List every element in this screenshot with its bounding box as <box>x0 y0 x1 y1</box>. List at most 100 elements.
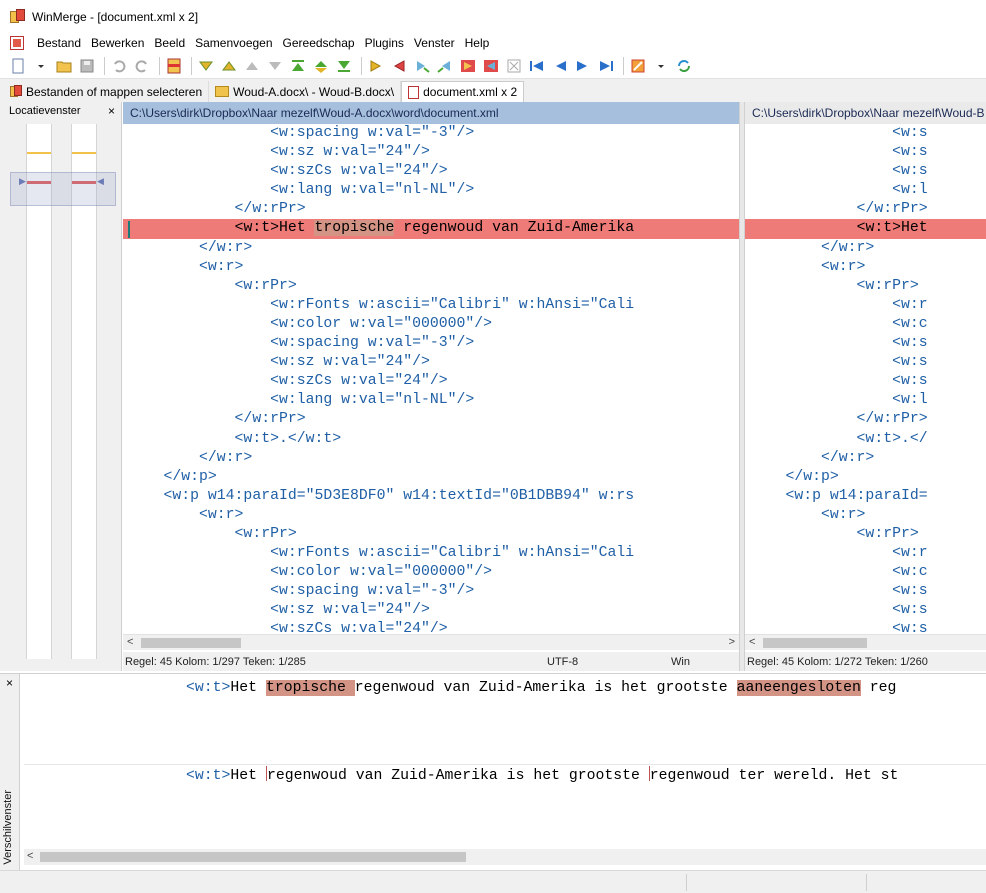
code-line[interactable]: <w:szCs w:val="24"/> <box>123 372 739 391</box>
code-line[interactable]: <w:s <box>745 162 986 181</box>
code-line[interactable]: <w:l <box>745 391 986 410</box>
code-line[interactable]: </w:rPr> <box>123 200 739 219</box>
code-line[interactable]: </w:p> <box>123 468 739 487</box>
scroll-left-icon[interactable]: < <box>127 636 133 648</box>
scroll-thumb[interactable] <box>141 638 241 648</box>
diff-pane-icon[interactable] <box>164 56 184 76</box>
code-line[interactable]: <w:color w:val="000000"/> <box>123 563 739 582</box>
prev-file-icon[interactable] <box>550 56 570 76</box>
menu-beeld[interactable]: Beeld <box>150 36 191 50</box>
code-line[interactable]: <w:color w:val="000000"/> <box>123 315 739 334</box>
options-icon[interactable] <box>628 56 648 76</box>
menu-help[interactable]: Help <box>461 36 496 50</box>
code-line[interactable]: <w:s <box>745 582 986 601</box>
code-line[interactable]: <w:s <box>745 372 986 391</box>
current-change-icon[interactable] <box>311 56 331 76</box>
refresh-icon[interactable] <box>674 56 694 76</box>
copy-all-left-icon[interactable] <box>481 56 501 76</box>
code-line[interactable]: <w:lang w:val="nl-NL"/> <box>123 181 739 200</box>
next-file-icon[interactable] <box>573 56 593 76</box>
code-line[interactable]: <w:szCs w:val="24"/> <box>123 162 739 181</box>
code-line[interactable]: <w:s <box>745 353 986 372</box>
new-file-icon[interactable] <box>8 56 28 76</box>
first-file-icon[interactable] <box>527 56 547 76</box>
code-line[interactable]: </w:r> <box>745 239 986 258</box>
diff-horizontal-scrollbar[interactable]: < <box>24 849 986 865</box>
last-file-icon[interactable] <box>596 56 616 76</box>
code-line[interactable]: <w:rPr> <box>123 277 739 296</box>
code-line[interactable]: <w:rPr> <box>123 525 739 544</box>
code-line[interactable]: <w:l <box>745 181 986 200</box>
copy-right-icon[interactable] <box>366 56 386 76</box>
code-line[interactable]: <w:rFonts w:ascii="Calibri" w:hAnsi="Cal… <box>123 296 739 315</box>
options-dropdown-icon[interactable] <box>651 56 671 76</box>
tab-folder-compare[interactable]: Woud-A.docx\ - Woud-B.docx\ <box>209 81 402 102</box>
code-line[interactable]: <w:rPr> <box>745 277 986 296</box>
menu-bewerken[interactable]: Bewerken <box>87 36 150 50</box>
left-horizontal-scrollbar[interactable]: < > <box>123 634 739 650</box>
menu-plugins[interactable]: Plugins <box>361 36 410 50</box>
left-code-view[interactable]: <w:spacing w:val="-3"/> <w:sz w:val="24"… <box>123 124 739 634</box>
save-icon[interactable] <box>77 56 97 76</box>
code-line[interactable]: <w:t>.</w:t> <box>123 430 739 449</box>
code-line[interactable]: <w:r> <box>123 258 739 277</box>
diff-code-line[interactable]: <w:t>Het tropische regenwoud van Zuid-Am… <box>123 219 739 239</box>
undo-icon[interactable] <box>109 56 129 76</box>
scroll-thumb[interactable] <box>763 638 867 648</box>
code-line[interactable]: <w:r <box>745 544 986 563</box>
code-line[interactable]: <w:r> <box>123 506 739 525</box>
right-horizontal-scrollbar[interactable]: < <box>745 634 986 650</box>
code-line[interactable]: <w:p w14:paraId="5D3E8DF0" w14:textId="0… <box>123 487 739 506</box>
code-line[interactable]: <w:c <box>745 563 986 582</box>
code-line[interactable]: <w:t>.</ <box>745 430 986 449</box>
menu-bestand[interactable]: Bestand <box>33 36 87 50</box>
close-icon[interactable]: × <box>6 676 13 690</box>
copy-left-advance-icon[interactable] <box>435 56 455 76</box>
next-diff-icon[interactable] <box>196 56 216 76</box>
code-line[interactable]: <w:s <box>745 124 986 143</box>
code-line[interactable]: <w:szCs w:val="24"/> <box>123 620 739 634</box>
code-line[interactable]: </w:r> <box>123 449 739 468</box>
code-line[interactable]: <w:sz w:val="24"/> <box>123 601 739 620</box>
code-line[interactable]: </w:r> <box>745 449 986 468</box>
scroll-right-icon[interactable]: > <box>729 636 735 648</box>
code-line[interactable]: <w:r <box>745 296 986 315</box>
collapse-icon[interactable] <box>504 56 524 76</box>
code-line[interactable]: </w:p> <box>745 468 986 487</box>
menu-venster[interactable]: Venster <box>410 36 461 50</box>
code-line[interactable]: <w:c <box>745 315 986 334</box>
menu-gereedschap[interactable]: Gereedschap <box>279 36 361 50</box>
code-line[interactable]: <w:s <box>745 334 986 353</box>
open-folder-icon[interactable] <box>54 56 74 76</box>
redo-icon[interactable] <box>132 56 152 76</box>
code-line[interactable]: <w:spacing w:val="-3"/> <box>123 334 739 353</box>
code-line[interactable]: </w:rPr> <box>745 410 986 429</box>
code-line[interactable]: <w:sz w:val="24"/> <box>123 143 739 162</box>
code-line[interactable]: <w:r> <box>745 506 986 525</box>
code-line[interactable]: <w:lang w:val="nl-NL"/> <box>123 391 739 410</box>
code-line[interactable]: <w:s <box>745 620 986 634</box>
diff-line-right[interactable]: <w:t>Het regenwoud van Zuid-Amerika is h… <box>24 766 986 785</box>
code-line[interactable]: <w:p w14:paraId= <box>745 487 986 506</box>
code-line[interactable]: <w:s <box>745 601 986 620</box>
tab-select-files[interactable]: Bestanden of mappen selecteren <box>4 81 210 102</box>
code-line[interactable]: <w:sz w:val="24"/> <box>123 353 739 372</box>
code-line[interactable]: </w:rPr> <box>745 200 986 219</box>
copy-all-right-icon[interactable] <box>458 56 478 76</box>
code-line[interactable]: </w:rPr> <box>123 410 739 429</box>
code-line[interactable]: <w:rPr> <box>745 525 986 544</box>
menu-samenvoegen[interactable]: Samenvoegen <box>191 36 278 50</box>
code-line[interactable]: </w:r> <box>123 239 739 258</box>
copy-right-advance-icon[interactable] <box>412 56 432 76</box>
document-menu-icon[interactable] <box>10 36 24 50</box>
code-line[interactable]: <w:spacing w:val="-3"/> <box>123 124 739 143</box>
right-code-view[interactable]: <w:s <w:s <w:s <w:l </w:rPr> <w:t>Het </… <box>745 124 986 634</box>
code-line[interactable]: <w:r> <box>745 258 986 277</box>
diff-line-left[interactable]: <w:t>Het tropische regenwoud van Zuid-Am… <box>24 679 986 698</box>
last-change-icon[interactable] <box>334 56 354 76</box>
copy-left-icon[interactable] <box>389 56 409 76</box>
scroll-left-icon[interactable]: < <box>749 636 755 648</box>
first-diff-icon[interactable] <box>242 56 262 76</box>
code-line[interactable]: <w:spacing w:val="-3"/> <box>123 582 739 601</box>
diff-code-line[interactable]: <w:t>Het <box>745 219 986 239</box>
